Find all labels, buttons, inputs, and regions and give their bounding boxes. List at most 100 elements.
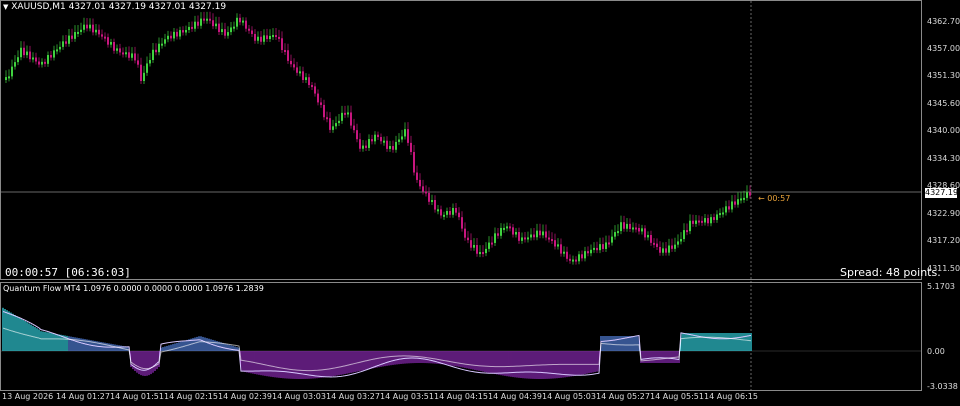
candle-body [506,226,508,229]
candle-body [695,220,697,224]
candle-body [749,192,751,196]
candle-body [611,236,613,243]
symbol-header: XAUUSD,M1 4327.01 4327.19 4327.01 4327.1… [11,2,227,12]
candle-body [11,66,13,77]
candle-body [179,30,181,37]
candle-body [716,214,718,220]
candle-body [638,227,640,232]
candle-body [482,252,484,255]
price-axis-label: 4340.00 [927,126,960,135]
candle-body [470,240,472,248]
candle-body [98,29,100,35]
dropdown-triangle-icon[interactable]: ▼ [3,3,8,11]
candle-body [452,208,454,215]
time-axis-label: 14 Aug 05:03 [542,392,596,401]
candle-body [83,24,85,30]
candle-body [527,237,529,240]
candle-body [161,43,163,46]
candle-body [158,43,160,53]
candle-body [92,24,94,33]
candle-body [194,21,196,29]
time-axis-label: 14 Aug 02:39 [218,392,272,401]
candle-body [425,191,427,194]
time-axis-label: 14 Aug 06:15 [704,392,758,401]
candle-body [530,234,532,238]
candle-body [95,29,97,33]
candle-body [155,49,157,53]
candle-body [257,36,259,41]
candle-body [689,220,691,232]
candle-body [509,226,511,229]
candle-body [710,217,712,224]
candle-body [386,140,388,149]
candle-body [35,57,37,62]
candle-body [173,31,175,39]
candle-body [227,32,229,36]
candle-body [617,231,619,234]
candle-body [299,71,301,74]
candles-group [5,11,751,265]
indicator-header: Quantum Flow MT4 1.0976 0.0000 0.0000 0.… [3,284,264,293]
candle-body [698,220,700,223]
candle-body [581,254,583,259]
symbol-header-row: ▼ XAUUSD,M1 4327.01 4327.19 4327.01 4327… [3,2,226,12]
candle-body [233,26,235,29]
candle-body [149,60,151,64]
candle-body [242,20,244,23]
candle-body [107,37,109,45]
candle-body [446,211,448,215]
candle-body [353,125,355,131]
candle-body [413,152,415,173]
candle-countdown: ← 00:57 [758,194,791,203]
candle-body [539,230,541,236]
candle-body [434,200,436,210]
candle-body [671,245,673,249]
candle-body [449,211,451,215]
candle-body [29,51,31,60]
candle-body [683,230,685,240]
candle-body [515,232,517,235]
candle-body [323,104,325,118]
indicator-axis-label: 0.00 [927,347,945,356]
candle-body [209,18,211,21]
time-axis-label: 14 Aug 04:39 [488,392,542,401]
candle-body [626,223,628,229]
candle-body [692,220,694,224]
candle-body [110,42,112,45]
indicator-axis-label: -3.0338 [927,382,958,391]
candle-body [665,248,667,253]
candle-body [344,112,346,115]
candle-body [401,136,403,140]
candle-body [587,251,589,254]
candle-body [533,234,535,238]
candle-body [686,230,688,233]
candle-body [68,35,70,44]
candle-body [134,53,136,61]
candle-body [497,233,499,236]
candle-body [632,227,634,230]
candle-body [545,231,547,238]
candle-body [512,227,514,235]
candle-body [629,223,631,229]
candle-body [656,243,658,247]
candle-body [269,35,271,40]
candle-body [542,231,544,236]
candle-body [77,31,79,34]
candle-body [26,51,28,56]
candle-body [641,228,643,232]
candle-body [620,222,622,232]
candle-body [551,239,553,242]
time-axis-label: 14 Aug 03:03 [272,392,326,401]
candle-body [431,200,433,203]
candle-body [437,209,439,212]
candle-body [335,123,337,127]
candle-body [743,197,745,200]
candle-body [311,85,313,88]
candle-body [674,244,676,249]
candle-body [113,42,115,51]
candle-body [41,61,43,65]
candle-body [218,23,220,33]
price-axis-label: 4357.00 [927,44,960,53]
candle-body [713,217,715,220]
candle-body [38,61,40,65]
